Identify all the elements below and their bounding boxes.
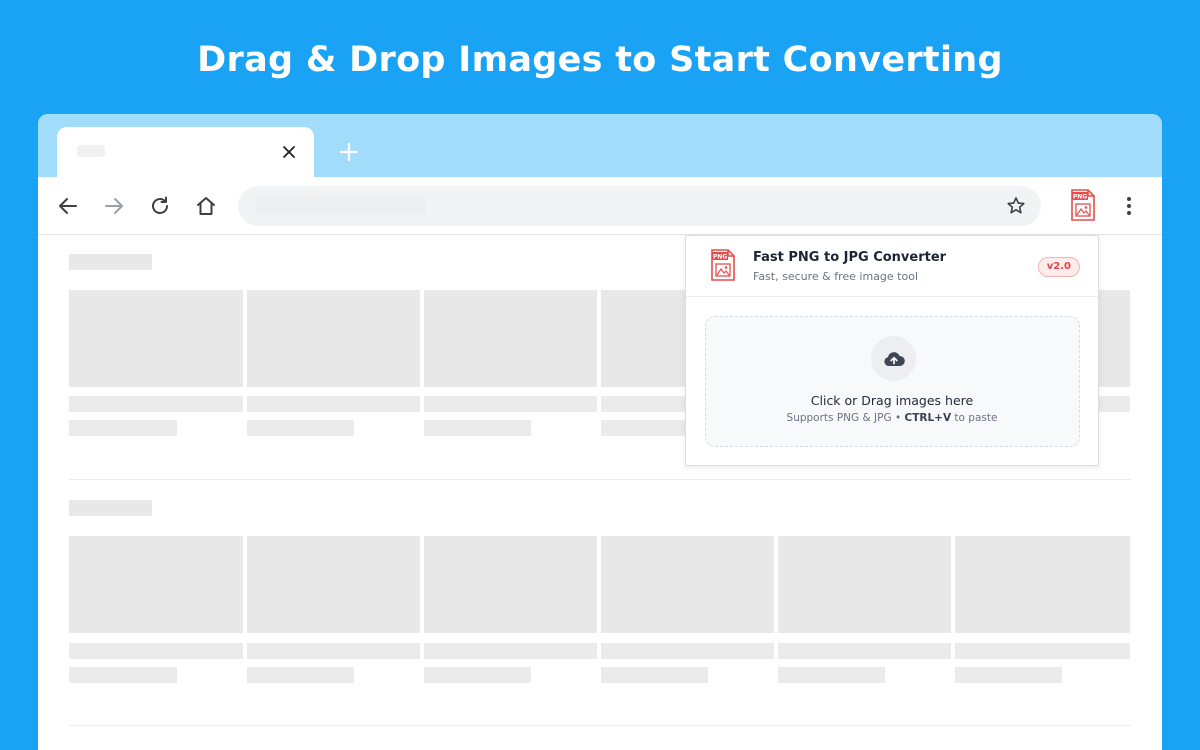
extension-popup: PNG Fast PNG to JPG Converter Fast, secu… bbox=[685, 235, 1099, 466]
card-meta-placeholder bbox=[778, 667, 885, 683]
card-image-placeholder bbox=[601, 290, 686, 387]
card-title-placeholder bbox=[69, 396, 243, 412]
card-image-placeholder bbox=[247, 290, 420, 387]
card-meta-placeholder bbox=[247, 420, 354, 436]
png-file-icon[interactable]: PNG bbox=[1067, 187, 1099, 223]
png-logo-icon: PNG bbox=[710, 249, 736, 281]
card-meta-placeholder bbox=[69, 420, 177, 436]
card-image-placeholder bbox=[955, 536, 1130, 633]
section-divider bbox=[69, 479, 1131, 480]
version-badge: v2.0 bbox=[1037, 257, 1080, 277]
kebab-menu-icon[interactable] bbox=[1116, 192, 1142, 220]
card-title-placeholder bbox=[1099, 396, 1130, 412]
card-title-placeholder bbox=[247, 396, 420, 412]
home-icon[interactable] bbox=[192, 192, 220, 220]
hint-shortcut: CTRL+V bbox=[904, 412, 952, 424]
card-title-placeholder bbox=[424, 396, 597, 412]
card-title-placeholder bbox=[601, 643, 774, 659]
card-image-placeholder bbox=[1099, 290, 1130, 387]
popup-title: Fast PNG to JPG Converter bbox=[753, 250, 947, 265]
card-meta-placeholder bbox=[424, 667, 531, 683]
popup-subtitle: Fast, secure & free image tool bbox=[753, 270, 919, 283]
card-meta-placeholder bbox=[955, 667, 1062, 683]
card-title-placeholder bbox=[778, 643, 951, 659]
card-image-placeholder bbox=[778, 536, 951, 633]
arrow-right-icon[interactable] bbox=[100, 192, 128, 220]
image-dropzone[interactable]: Click or Drag images here Supports PNG &… bbox=[705, 316, 1080, 447]
hint-separator: • bbox=[894, 412, 902, 424]
plus-icon[interactable] bbox=[335, 138, 363, 166]
card-title-placeholder bbox=[424, 643, 597, 659]
card-title-placeholder bbox=[955, 643, 1130, 659]
cloud-upload-icon bbox=[871, 336, 916, 381]
svg-text:PNG: PNG bbox=[1073, 194, 1087, 201]
card-meta-placeholder bbox=[69, 667, 177, 683]
card-image-placeholder bbox=[69, 536, 243, 633]
card-meta-placeholder bbox=[601, 667, 708, 683]
card-image-placeholder bbox=[601, 536, 774, 633]
card-image-placeholder bbox=[424, 290, 597, 387]
reload-icon[interactable] bbox=[146, 192, 174, 220]
popup-header: PNG Fast PNG to JPG Converter Fast, secu… bbox=[686, 236, 1098, 297]
card-title-placeholder bbox=[247, 643, 420, 659]
dropzone-hint: Supports PNG & JPG • CTRL+V to paste bbox=[706, 412, 1078, 424]
address-input[interactable] bbox=[256, 197, 426, 215]
logo-text: PNG bbox=[713, 254, 727, 261]
tab-strip bbox=[38, 114, 1162, 179]
card-meta-placeholder bbox=[424, 420, 531, 436]
card-image-placeholder bbox=[69, 290, 243, 387]
headline: Drag & Drop Images to Start Converting bbox=[197, 40, 1003, 80]
section-heading-placeholder bbox=[69, 500, 152, 516]
browser-window: PNG PNG Fast PNG to JPG Converter Fast, … bbox=[38, 114, 1162, 750]
card-meta-placeholder bbox=[601, 420, 686, 436]
arrow-left-icon[interactable] bbox=[54, 192, 82, 220]
tab-title bbox=[77, 145, 105, 157]
address-bar[interactable] bbox=[238, 186, 1041, 226]
card-title-placeholder bbox=[601, 396, 686, 412]
hint-formats: Supports PNG & JPG bbox=[786, 412, 892, 424]
card-title-placeholder bbox=[69, 643, 243, 659]
card-image-placeholder bbox=[424, 536, 597, 633]
hint-paste: to paste bbox=[954, 412, 998, 424]
browser-toolbar: PNG bbox=[38, 177, 1162, 235]
section-heading-placeholder bbox=[69, 254, 152, 270]
star-icon[interactable] bbox=[1005, 195, 1027, 217]
section-divider bbox=[69, 725, 1131, 726]
browser-tab[interactable] bbox=[57, 127, 314, 179]
dropzone-title: Click or Drag images here bbox=[810, 393, 974, 408]
close-icon[interactable] bbox=[278, 141, 300, 163]
card-image-placeholder bbox=[247, 536, 420, 633]
card-meta-placeholder bbox=[247, 667, 354, 683]
